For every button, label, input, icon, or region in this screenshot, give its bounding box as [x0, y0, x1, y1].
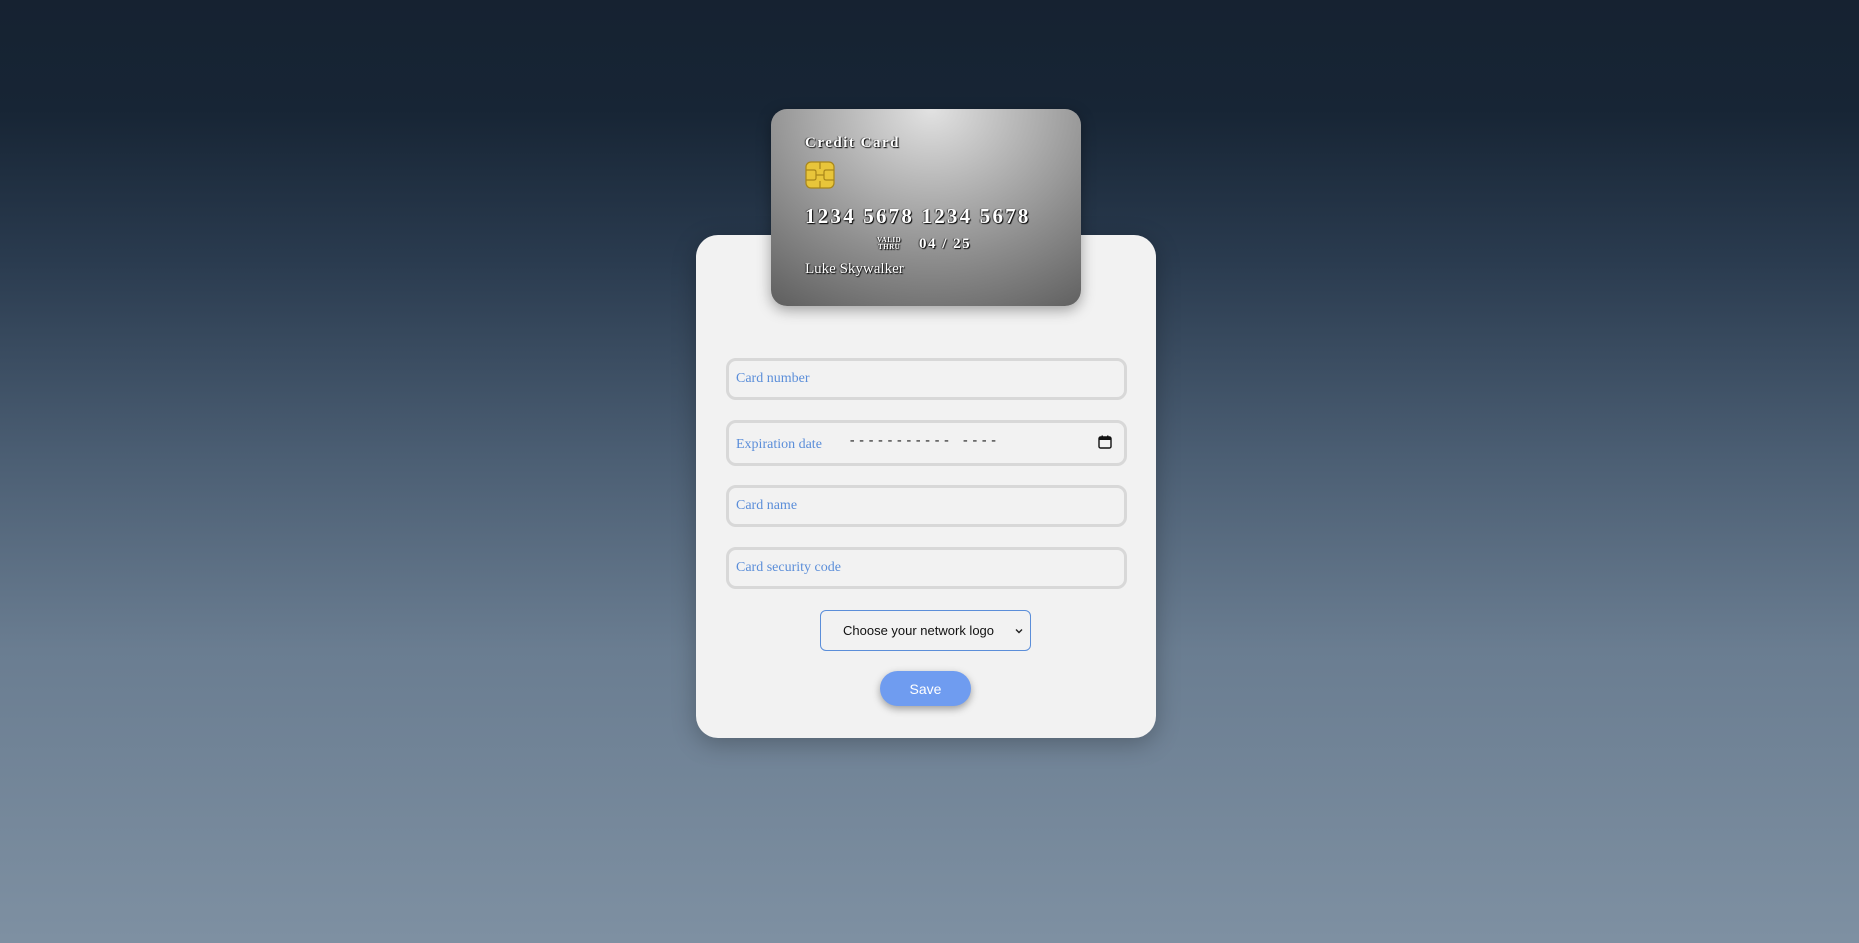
- card-name-field[interactable]: Card name: [726, 485, 1127, 527]
- save-button[interactable]: Save: [880, 671, 971, 706]
- security-code-field[interactable]: Card security code: [726, 547, 1127, 589]
- card-number-field[interactable]: Card number: [726, 358, 1127, 400]
- card-name-placeholder: Card name: [736, 498, 798, 513]
- expiration-date-label: Expiration date: [736, 437, 822, 452]
- card-holder-display: Luke Skywalker: [805, 261, 904, 277]
- network-logo-select-value: Choose your network logo: [842, 623, 995, 638]
- card-number-placeholder: Card number: [736, 371, 810, 386]
- card-expiry-display: 04 / 25: [919, 236, 972, 252]
- card-number-display: 1234 5678 1234 5678: [805, 204, 1031, 228]
- chip-icon: [805, 161, 835, 189]
- network-logo-select[interactable]: Choose your network logo: [820, 610, 1031, 651]
- credit-card-preview: Credit Card 1234 5678 1234 5678 VALID TH…: [771, 109, 1081, 306]
- security-code-placeholder: Card security code: [736, 560, 841, 575]
- chevron-down-icon: [1015, 629, 1023, 634]
- calendar-icon[interactable]: [1098, 435, 1112, 449]
- valid-thru-label: VALID THRU: [877, 236, 902, 251]
- card-title: Credit Card: [805, 135, 900, 151]
- expiration-date-field[interactable]: Expiration date ----------- ----: [726, 420, 1127, 466]
- expiration-date-value: ----------- ----: [848, 433, 999, 449]
